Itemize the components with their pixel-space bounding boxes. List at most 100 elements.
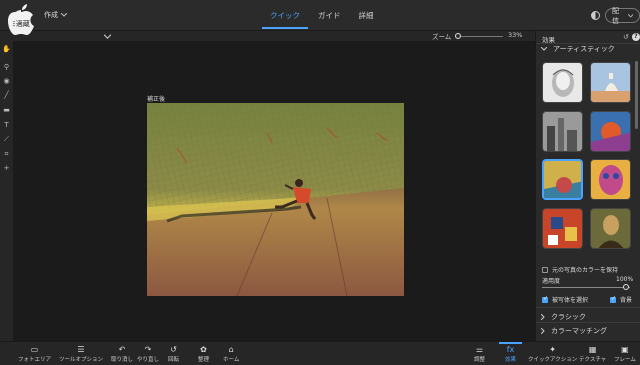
quick-actions-button[interactable]: ✦ クイックアクション <box>528 345 577 363</box>
organize-label: 整理 <box>198 357 210 363</box>
divider <box>536 322 640 323</box>
panel-icons: ↺ ? <box>623 33 640 41</box>
divider <box>536 307 640 308</box>
section-artistic-label: アーティスティック <box>553 45 615 53</box>
share-label: 配信 <box>612 6 619 25</box>
section-classic-label: クラシック <box>551 313 586 321</box>
create-label: 作成 <box>44 11 58 19</box>
whiten-tool-icon[interactable]: ▬ <box>2 106 11 115</box>
background-label: 背景 <box>620 297 633 304</box>
healing-tool-icon[interactable]: ⟋ <box>2 135 11 144</box>
photo-area-icon: ▭ <box>30 345 39 354</box>
effect-thumb-mona-lisa[interactable] <box>590 208 631 249</box>
effect-thumb-cubist[interactable] <box>590 159 631 200</box>
zoom-tool-icon[interactable]: ⚲ <box>2 63 11 72</box>
chevron-right-icon <box>541 328 545 334</box>
effects-panel: 効果 ↺ ? アーティスティック 元の写真のカラーを保持 適用度 100% ✓ … <box>535 31 640 341</box>
text-tool-icon[interactable]: T <box>2 121 11 130</box>
redo-label: やり直し <box>137 357 160 363</box>
adjust-label: 調整 <box>474 357 486 363</box>
home-icon: ⌂ <box>228 345 234 354</box>
chevron-down-icon[interactable] <box>104 33 111 41</box>
effect-thumb-taj[interactable] <box>590 62 631 103</box>
background-checkbox[interactable] <box>610 295 616 303</box>
background-option[interactable]: 背景 <box>610 295 632 304</box>
zoom-label: ズーム <box>432 33 452 41</box>
subject-label: 被写体を選択 <box>552 297 589 304</box>
subject-checkbox[interactable] <box>542 295 548 303</box>
tab-quick[interactable]: クイック <box>262 10 308 29</box>
chevron-down-icon <box>541 47 547 51</box>
sparkle-icon: ✦ <box>549 345 556 354</box>
section-artistic-header[interactable]: アーティスティック <box>541 44 615 54</box>
textures-button[interactable]: ▦ テクスチャ <box>579 345 606 363</box>
undo-button[interactable]: ↶ 取り消し <box>111 345 133 363</box>
quick-actions-label: クイックアクション <box>528 357 578 363</box>
home-label: ホーム <box>223 357 240 363</box>
share-button[interactable]: 配信 <box>605 6 640 25</box>
photo-area-label: フォトエリア <box>18 357 52 363</box>
apple-watermark-logo: ﾐ適蔵 <box>8 4 34 35</box>
photo-image <box>147 103 404 296</box>
chevron-down-icon <box>61 13 67 17</box>
help-icon[interactable]: ? <box>631 33 640 41</box>
amount-slider-track[interactable] <box>542 287 630 288</box>
effect-thumb-selected[interactable] <box>542 159 583 200</box>
contrast-icon[interactable] <box>591 11 600 20</box>
left-toolbar: ✋ ⚲ ◉ ╱ ▬ T ⟋ ⌗ + <box>0 31 13 341</box>
bottom-bar: ▭ フォトエリア ☰ ツールオプション ↶ 取り消し ↷ やり直し ↺ 回転 ✿… <box>0 341 640 365</box>
amount-label: 適用度 <box>542 278 561 285</box>
hand-tool-icon[interactable]: ✋ <box>2 45 11 54</box>
create-button[interactable]: 作成 <box>44 10 67 20</box>
frames-label: フレーム <box>614 357 636 363</box>
organize-icon: ✿ <box>200 345 207 354</box>
tool-options-button[interactable]: ☰ ツールオプション <box>59 345 103 363</box>
section-color-match-label: カラーマッチング <box>551 327 607 335</box>
zoom-slider-handle[interactable] <box>455 33 461 39</box>
reset-icon[interactable]: ↺ <box>623 33 629 41</box>
photo-area-button[interactable]: ▭ フォトエリア <box>18 345 51 363</box>
edited-photo[interactable] <box>147 103 404 296</box>
effect-thumb-city[interactable] <box>542 111 583 152</box>
options-bar: ズーム 33% <box>0 31 535 41</box>
rotate-button[interactable]: ↺ 回転 <box>168 345 179 363</box>
tool-options-label: ツールオプション <box>59 357 104 363</box>
keep-color-label: 元の写真のカラーを保持 <box>552 267 619 274</box>
brush-tool-icon[interactable]: ╱ <box>2 91 11 100</box>
textures-label: テクスチャ <box>579 357 607 363</box>
undo-label: 取り消し <box>111 357 134 363</box>
move-tool-icon[interactable]: + <box>2 164 11 173</box>
eye-tool-icon[interactable]: ◉ <box>2 77 11 86</box>
effect-thumb-sketch[interactable] <box>542 62 583 103</box>
tab-expert[interactable]: 詳細 <box>359 10 374 21</box>
section-classic-header[interactable]: クラシック <box>541 312 586 322</box>
panel-scrollbar[interactable] <box>635 61 638 129</box>
frames-button[interactable]: ▣ フレーム <box>614 345 636 363</box>
redo-button[interactable]: ↷ やり直し <box>137 345 159 363</box>
subject-option[interactable]: 被写体を選択 <box>542 295 588 304</box>
crop-tool-icon[interactable]: ⌗ <box>2 150 11 159</box>
amount-value: 100% <box>616 276 634 283</box>
adjust-button[interactable]: ⚌ 調整 <box>474 345 485 363</box>
effects-button[interactable]: fx 効果 <box>498 342 523 363</box>
tool-options-icon: ☰ <box>77 345 85 354</box>
zoom-value: 33% <box>508 31 523 39</box>
frame-icon: ▣ <box>621 345 629 354</box>
adjust-icon: ⚌ <box>475 345 484 354</box>
rotate-label: 回転 <box>168 357 180 363</box>
effect-thumb-colorful[interactable] <box>590 111 631 152</box>
amount-slider-handle[interactable] <box>623 284 629 290</box>
svg-text:ﾐ適蔵: ﾐ適蔵 <box>12 19 30 28</box>
fx-icon: fx <box>506 345 515 354</box>
home-button[interactable]: ⌂ ホーム <box>223 345 239 363</box>
after-label: 補正後 <box>147 96 166 103</box>
keep-color-checkbox[interactable] <box>542 266 548 273</box>
section-color-match-header[interactable]: カラーマッチング <box>541 326 607 336</box>
keep-color-option[interactable]: 元の写真のカラーを保持 <box>542 265 618 274</box>
undo-icon: ↶ <box>118 345 126 354</box>
effect-thumb-abstract[interactable] <box>542 208 583 249</box>
organize-button[interactable]: ✿ 整理 <box>198 345 209 363</box>
zoom-slider-track[interactable] <box>455 36 503 37</box>
tab-guided[interactable]: ガイド <box>318 10 341 21</box>
effects-label: 効果 <box>505 357 517 363</box>
